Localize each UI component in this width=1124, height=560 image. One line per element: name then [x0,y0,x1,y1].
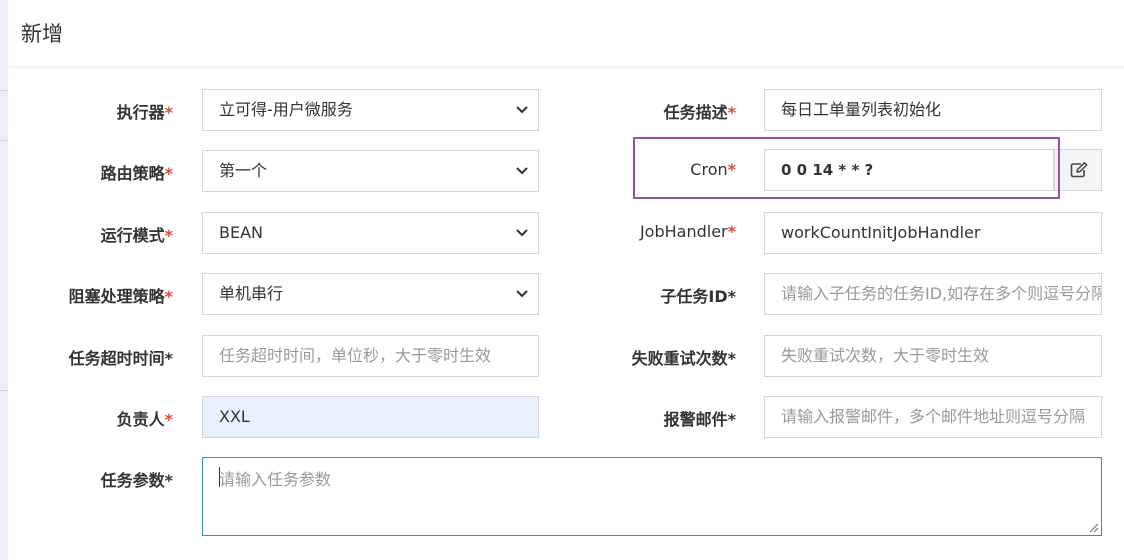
task-param-textarea[interactable]: 请输入任务参数 [202,457,1102,536]
job-handler-input[interactable]: workCountInitJobHandler [764,212,1102,254]
owner-label: 负责人* [116,410,173,429]
route-strategy-select[interactable]: 第一个 [202,150,539,192]
route-strategy-value: 第一个 [219,161,268,180]
child-job-id-input[interactable]: 请输入子任务的任务ID,如存在多个则逗号分隔 [764,273,1102,315]
task-param-label: 任务参数* [100,471,173,490]
edit-icon [1070,162,1088,178]
retry-count-input[interactable]: 失败重试次数，大于零时生效 [764,335,1102,377]
text-caret [219,467,220,487]
block-strategy-select[interactable]: 单机串行 [202,273,539,315]
block-strategy-label: 阻塞处理策略* [68,287,173,306]
chevron-down-icon [516,229,528,237]
owner-input[interactable]: XXL [202,396,539,438]
task-desc-label: 任务描述* [663,103,736,122]
timeout-input[interactable]: 任务超时时间，单位秒，大于零时生效 [202,335,539,377]
resize-grip-icon[interactable] [1089,523,1099,533]
cron-edit-button[interactable] [1054,149,1102,191]
cron-highlight-box [633,137,1060,199]
block-strategy-value: 单机串行 [219,284,284,303]
executor-select[interactable]: 立可得-用户微服务 [202,89,539,131]
timeout-label: 任务超时时间* [68,349,173,368]
background-divider [0,90,8,91]
task-param-placeholder: 请输入任务参数 [219,470,332,489]
modal-title: 新增 [21,22,63,46]
alarm-email-label: 报警邮件* [663,410,736,429]
route-strategy-label: 路由策略* [100,164,173,183]
background-divider [0,390,8,391]
background-divider [0,140,8,141]
background-page-edge [0,0,8,560]
child-job-id-label: 子任务ID* [660,287,736,306]
job-handler-label: JobHandler* [639,222,736,241]
chevron-down-icon [516,290,528,298]
retry-count-label: 失败重试次数* [631,349,736,368]
alarm-email-input[interactable]: 请输入报警邮件，多个邮件地址则逗号分隔 [764,396,1102,438]
run-mode-select[interactable]: BEAN [202,212,539,254]
task-desc-input[interactable]: 每日工单量列表初始化 [764,89,1102,131]
modal-header: 新增 [8,0,1124,68]
executor-label: 执行器* [116,103,173,122]
chevron-down-icon [516,167,528,175]
run-mode-value: BEAN [219,223,263,242]
run-mode-label: 运行模式* [100,226,173,245]
executor-value: 立可得-用户微服务 [219,100,353,119]
chevron-down-icon [516,106,528,114]
